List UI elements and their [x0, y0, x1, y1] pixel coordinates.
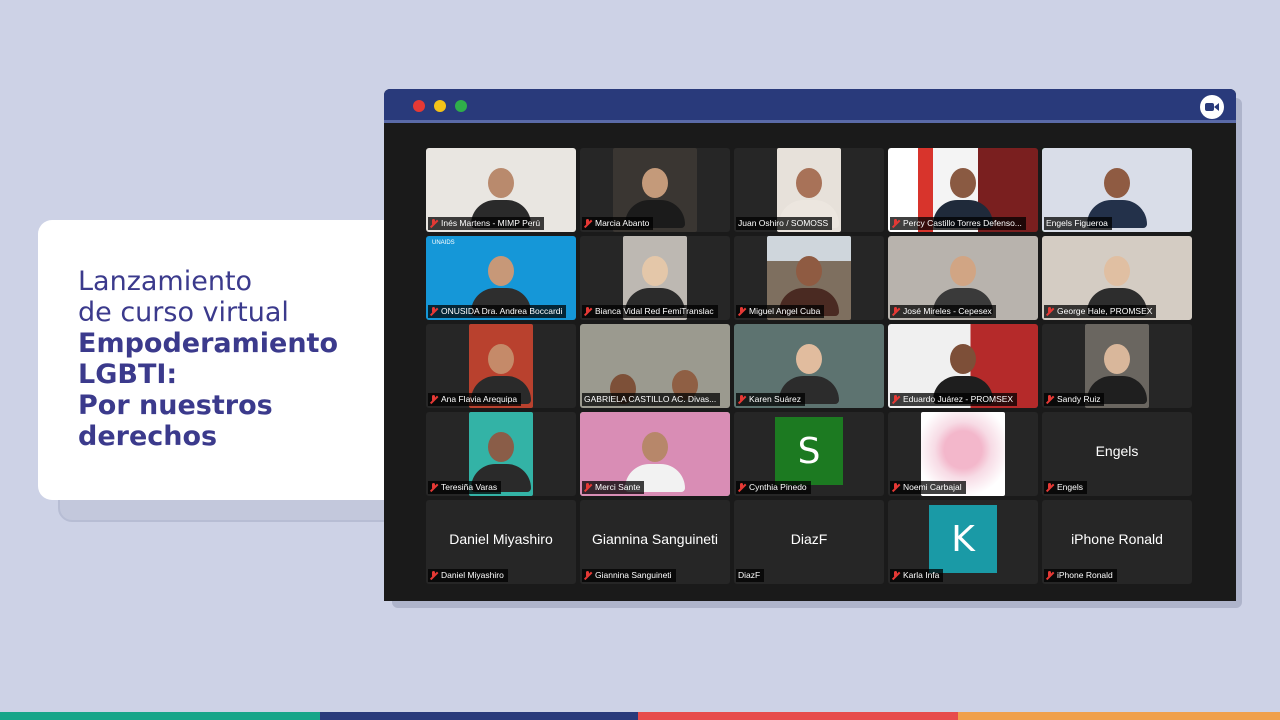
participant-tile[interactable]: George Hale, PROMSEX [1042, 236, 1192, 320]
participant-tile[interactable]: Miguel Angel Cuba [734, 236, 884, 320]
name-label: Giannina Sanguineti [582, 569, 676, 582]
participant-grid: Inés Martens - MIMP Perú Marcia Abanto J… [426, 148, 1194, 584]
muted-mic-icon [892, 219, 899, 228]
participant-tile[interactable]: Eduardo Juárez - PROMSEX [888, 324, 1038, 408]
name-label: Engels Figueroa [1044, 217, 1112, 230]
maximize-dot[interactable] [455, 100, 467, 112]
participant-tile[interactable]: GABRIELA CASTILLO AC. Divas... [580, 324, 730, 408]
name-label: Daniel Miyashiro [428, 569, 508, 582]
muted-mic-icon [430, 219, 437, 228]
minimize-dot[interactable] [434, 100, 446, 112]
muted-mic-icon [430, 307, 437, 316]
participant-tile[interactable]: Giannina Sanguineti Giannina Sanguineti [580, 500, 730, 584]
title-line-5: Por nuestros [78, 390, 273, 421]
muted-mic-icon [584, 219, 591, 228]
title-line-2: de curso virtual [78, 297, 289, 328]
muted-mic-icon [738, 395, 745, 404]
muted-mic-icon [1046, 307, 1053, 316]
video-call-window: Inés Martens - MIMP Perú Marcia Abanto J… [384, 89, 1236, 601]
title-text: Lanzamiento de curso virtual Empoderamie… [78, 266, 338, 452]
avatar: S [775, 417, 843, 485]
muted-mic-icon [738, 307, 745, 316]
name-label: Merci Sante [582, 481, 645, 494]
title-line-6: derechos [78, 421, 218, 452]
name-label: George Hale, PROMSEX [1044, 305, 1157, 318]
muted-mic-icon [892, 307, 899, 316]
muted-mic-icon [584, 571, 591, 580]
participant-tile[interactable]: Inés Martens - MIMP Perú [426, 148, 576, 232]
stripe-segment-orange [958, 712, 1280, 720]
participant-tile[interactable]: K Karla Infa [888, 500, 1038, 584]
name-label: Miguel Angel Cuba [736, 305, 825, 318]
participant-tile[interactable]: UNAIDS ONUSIDA Dra. Andrea Boccardi [426, 236, 576, 320]
title-line-1: Lanzamiento [78, 266, 253, 297]
name-label: Bianca Vidal Red FemiTranslac [582, 305, 718, 318]
muted-mic-icon [1046, 395, 1053, 404]
name-label: ONUSIDA Dra. Andrea Boccardi [428, 305, 567, 318]
name-label: Karla Infa [890, 569, 944, 582]
title-card: Lanzamiento de curso virtual Empoderamie… [38, 220, 398, 500]
title-line-4: LGBTI: [78, 359, 178, 390]
name-label: Percy Castillo Torres Defenso... [890, 217, 1026, 230]
name-label: Cynthia Pinedo [736, 481, 811, 494]
muted-mic-icon [584, 483, 591, 492]
participant-tile[interactable]: Marcia Abanto [580, 148, 730, 232]
muted-mic-icon [584, 307, 591, 316]
name-label: Ana Flavia Arequipa [428, 393, 522, 406]
participant-tile[interactable]: José Mireles - Cepesex [888, 236, 1038, 320]
participant-tile[interactable]: Juan Oshiro / SOMOSS [734, 148, 884, 232]
participant-tile[interactable]: Noemi Carbajal [888, 412, 1038, 496]
muted-mic-icon [430, 483, 437, 492]
muted-mic-icon [892, 483, 899, 492]
name-label: Noemi Carbajal [890, 481, 966, 494]
participant-tile[interactable]: Bianca Vidal Red FemiTranslac [580, 236, 730, 320]
participant-tile[interactable]: iPhone Ronald iPhone Ronald [1042, 500, 1192, 584]
title-line-3: Empoderamiento [78, 328, 339, 359]
participant-tile[interactable]: Teresiña Varas [426, 412, 576, 496]
stripe-segment-red [638, 712, 958, 720]
name-label: DiazF [736, 569, 765, 582]
name-label: Juan Oshiro / SOMOSS [736, 217, 833, 230]
muted-mic-icon [430, 571, 437, 580]
participant-tile[interactable]: Merci Sante [580, 412, 730, 496]
participant-tile-active-speaker[interactable]: Engels Figueroa [1042, 148, 1192, 232]
name-label: GABRIELA CASTILLO AC. Divas... [582, 393, 721, 406]
participant-tile[interactable]: S Cynthia Pinedo [734, 412, 884, 496]
name-label: Sandy Ruiz [1044, 393, 1105, 406]
participant-tile[interactable]: Sandy Ruiz [1042, 324, 1192, 408]
avatar: K [929, 505, 997, 573]
name-label: Karen Suárez [736, 393, 805, 406]
participant-tile[interactable]: DiazF DiazF [734, 500, 884, 584]
stripe-segment-teal [0, 712, 320, 720]
name-label: Engels [1044, 481, 1087, 494]
muted-mic-icon [1046, 483, 1053, 492]
name-label: Teresiña Varas [428, 481, 502, 494]
participant-tile[interactable]: Daniel Miyashiro Daniel Miyashiro [426, 500, 576, 584]
name-label: iPhone Ronald [1044, 569, 1117, 582]
participant-tile[interactable]: Engels Engels [1042, 412, 1192, 496]
muted-mic-icon [892, 571, 899, 580]
muted-mic-icon [738, 483, 745, 492]
window-titlebar [384, 89, 1236, 123]
muted-mic-icon [1046, 571, 1053, 580]
participant-tile[interactable]: Percy Castillo Torres Defenso... [888, 148, 1038, 232]
muted-mic-icon [430, 395, 437, 404]
name-label: Inés Martens - MIMP Perú [428, 217, 545, 230]
participant-tile[interactable]: Ana Flavia Arequipa [426, 324, 576, 408]
video-camera-icon[interactable] [1200, 95, 1224, 119]
participant-tile[interactable]: Karen Suárez [734, 324, 884, 408]
name-label: Eduardo Juárez - PROMSEX [890, 393, 1018, 406]
name-label: José Mireles - Cepesex [890, 305, 996, 318]
name-label: Marcia Abanto [582, 217, 654, 230]
muted-mic-icon [892, 395, 899, 404]
stripe-segment-navy [320, 712, 638, 720]
close-dot[interactable] [413, 100, 425, 112]
